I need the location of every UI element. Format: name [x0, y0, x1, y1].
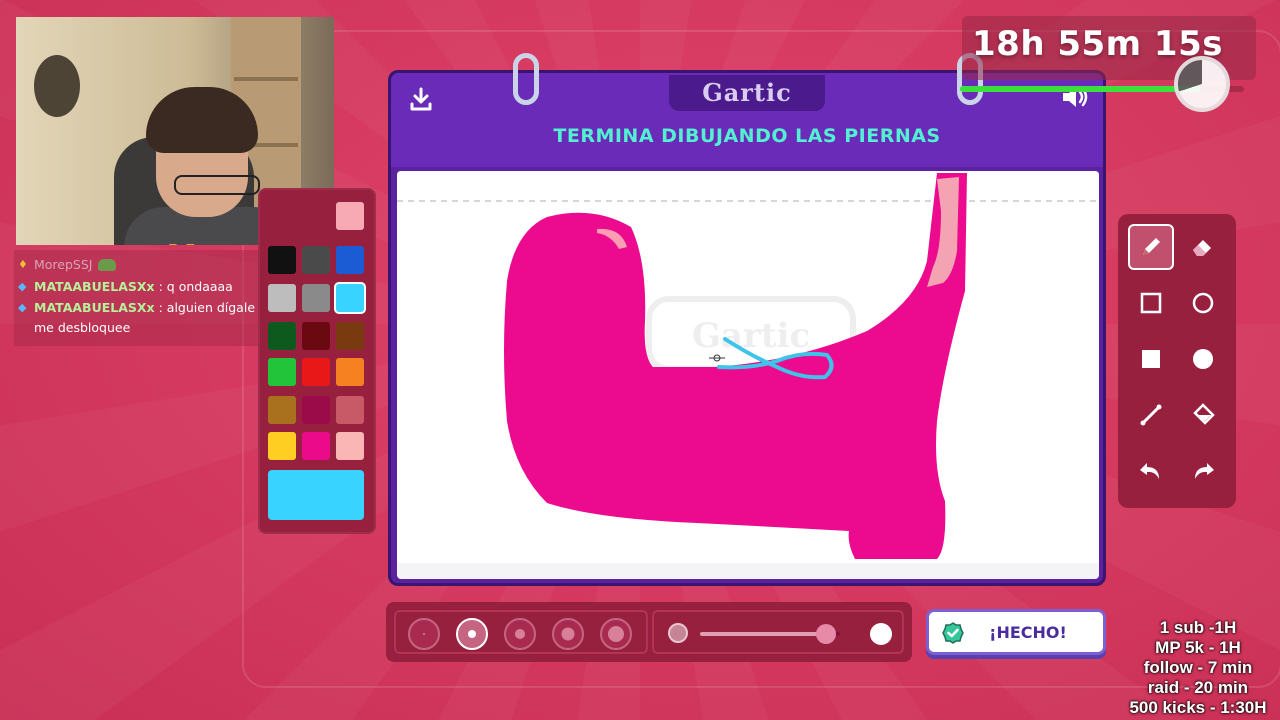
- chat-text: : q ondaaaa: [158, 279, 233, 294]
- circle-outline-icon: [1192, 292, 1214, 314]
- color-swatch[interactable]: [336, 432, 364, 460]
- subathon-timer: 18h 55m 15s: [972, 24, 1223, 64]
- eraser-tool[interactable]: [1180, 224, 1226, 270]
- download-icon[interactable]: [407, 85, 435, 113]
- opacity-min-icon: [668, 623, 688, 643]
- chat-username: MATAABUELASXx: [34, 300, 155, 315]
- filled-circle-icon: [1193, 349, 1213, 369]
- color-swatch[interactable]: [302, 358, 330, 386]
- rectangle-tool[interactable]: [1128, 280, 1174, 326]
- chat-username: MorepSSJ: [34, 257, 93, 272]
- cube-badge-icon: ◆: [18, 301, 27, 314]
- slider-fill: [700, 632, 826, 636]
- webcam-glasses: [174, 175, 260, 195]
- check-badge-icon: [942, 622, 964, 644]
- brush-size-group: [394, 610, 648, 654]
- goal-line: raid - 20 min: [1147, 678, 1249, 697]
- goal-line: 500 kicks - 1:30H: [1129, 698, 1267, 717]
- pencil-icon: [1143, 238, 1160, 255]
- undo-icon: [1140, 463, 1159, 479]
- color-swatch[interactable]: [268, 284, 296, 312]
- color-swatch[interactable]: [302, 396, 330, 424]
- tool-panel: [1118, 214, 1236, 508]
- opacity-max-icon: [870, 623, 892, 645]
- color-swatch[interactable]: [268, 432, 296, 460]
- goal-line: MP 5k - 1H: [1155, 638, 1241, 657]
- done-label: ¡HECHO!: [989, 622, 1067, 642]
- color-swatch[interactable]: [336, 396, 364, 424]
- chat-username: MATAABUELASXx: [34, 279, 155, 294]
- color-swatch[interactable]: [336, 284, 364, 312]
- turn-clock-icon: [1174, 56, 1230, 112]
- emote-icon: [98, 259, 117, 271]
- pencil-tool[interactable]: [1128, 224, 1174, 270]
- color-swatch[interactable]: [268, 246, 296, 274]
- badge-icon: ♦: [18, 258, 28, 271]
- color-palette: [258, 188, 376, 534]
- filled-square-icon: [1142, 350, 1160, 368]
- redo-tool[interactable]: [1180, 448, 1226, 494]
- undo-tool[interactable]: [1128, 448, 1174, 494]
- color-swatch[interactable]: [302, 322, 330, 350]
- brush-size-button[interactable]: [600, 618, 632, 650]
- eraser-icon: [1193, 240, 1211, 256]
- canvas-area: Gartic: [397, 171, 1099, 579]
- drawing-canvas[interactable]: Gartic: [397, 171, 1099, 563]
- color-swatch[interactable]: [268, 358, 296, 386]
- ellipse-tool[interactable]: [1180, 280, 1226, 326]
- slider-thumb[interactable]: [816, 624, 836, 644]
- brush-size-dot: [515, 629, 525, 639]
- turn-progress-fill: [960, 86, 1202, 92]
- paint-bucket-icon: [1193, 403, 1215, 425]
- color-swatch[interactable]: [268, 322, 296, 350]
- line-tool[interactable]: [1128, 392, 1174, 438]
- rectangle-outline-icon: [1140, 292, 1162, 314]
- line-icon: [1140, 404, 1162, 426]
- redo-icon: [1195, 463, 1214, 479]
- webcam-decoration: [34, 55, 80, 117]
- pineapple-logo-icon: N: [168, 239, 195, 245]
- brush-settings-bar: [386, 602, 912, 662]
- webcam-shelf-row: [234, 77, 298, 81]
- filled-ellipse-tool[interactable]: [1180, 336, 1226, 382]
- brush-size-dot: [608, 626, 624, 642]
- done-button[interactable]: ¡HECHO!: [926, 609, 1106, 655]
- cube-badge-icon: ◆: [18, 280, 27, 293]
- color-swatch[interactable]: [336, 322, 364, 350]
- color-swatch[interactable]: [268, 396, 296, 424]
- goal-line: 1 sub -1H: [1159, 618, 1237, 637]
- fill-tool[interactable]: [1180, 392, 1226, 438]
- gartic-logo: Gartic: [669, 75, 825, 111]
- brush-size-dot: [468, 630, 476, 638]
- round-instruction: TERMINA DIBUJANDO LAS PIERNAS: [553, 125, 941, 147]
- brush-size-dot: [561, 627, 575, 641]
- svg-text:Gartic: Gartic: [692, 316, 810, 356]
- filled-rectangle-tool[interactable]: [1128, 336, 1174, 382]
- color-swatch[interactable]: [336, 202, 364, 230]
- goal-line: follow - 7 min: [1143, 658, 1253, 677]
- color-swatch[interactable]: [336, 358, 364, 386]
- stream-goals: 1 sub -1H MP 5k - 1H follow - 7 min raid - …: [1118, 618, 1278, 718]
- binder-ring: [513, 53, 539, 105]
- brush-size-button[interactable]: [552, 618, 584, 650]
- current-color-preview[interactable]: [268, 470, 364, 520]
- brush-size-dot: [423, 633, 425, 635]
- opacity-slider[interactable]: [652, 610, 904, 654]
- color-swatch[interactable]: [336, 246, 364, 274]
- color-swatch[interactable]: [302, 246, 330, 274]
- brush-size-button[interactable]: [408, 618, 440, 650]
- brush-size-button[interactable]: [504, 618, 536, 650]
- color-swatch[interactable]: [302, 284, 330, 312]
- brush-size-button[interactable]: [456, 618, 488, 650]
- color-swatch[interactable]: [302, 432, 330, 460]
- drawing-notebook: Gartic TERMINA DIBUJANDO LAS PIERNAS Gar…: [388, 53, 1106, 586]
